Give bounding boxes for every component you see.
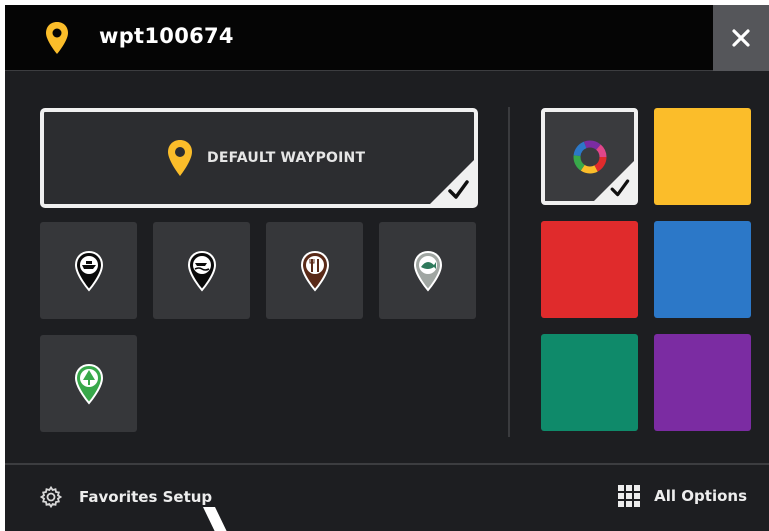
checkmark-icon [430,160,474,204]
waypoint-icon-option-boat-wake[interactable] [153,222,250,319]
color-option-blue[interactable] [654,221,751,318]
dialog-header: wpt100674 [5,5,769,71]
waypoint-pin-icon [168,140,192,176]
waypoint-icon-option-restaurant[interactable] [266,222,363,319]
color-option-green[interactable] [541,334,638,431]
all-options-button[interactable]: All Options [618,485,747,507]
gear-icon [39,485,63,509]
close-icon [732,29,750,47]
waypoint-edit-dialog: wpt100674 DEFAULT WAYPOINT Favorites Set… [5,5,769,531]
waypoint-name: wpt100674 [99,24,234,48]
footer-divider [5,463,769,465]
waypoint-icon-option-fish[interactable] [379,222,476,319]
color-option-yellow[interactable] [654,108,751,205]
color-option-purple[interactable] [654,334,751,431]
waypoint-icon-option-tree[interactable] [40,335,137,432]
boat-marker-icon [74,250,103,292]
tree-marker-icon [74,363,103,405]
grid-icon [618,485,641,507]
default-waypoint-option[interactable]: DEFAULT WAYPOINT [40,108,478,208]
pointer-cursor-icon [203,507,227,531]
favorites-setup-button[interactable]: Favorites Setup [39,485,212,509]
restaurant-marker-icon [300,250,329,292]
favorites-setup-label: Favorites Setup [79,488,213,506]
waypoint-icon-option-boat[interactable] [40,222,137,319]
checkmark-icon [594,161,634,201]
all-options-label: All Options [654,487,747,505]
default-waypoint-label: DEFAULT WAYPOINT [207,150,366,166]
color-option-red[interactable] [541,221,638,318]
close-button[interactable] [713,5,769,71]
waypoint-pin-icon [46,22,68,54]
color-option-multicolor[interactable] [541,108,638,205]
panel-divider [508,107,510,437]
fish-marker-icon [413,250,442,292]
boat-wake-marker-icon [187,250,216,292]
